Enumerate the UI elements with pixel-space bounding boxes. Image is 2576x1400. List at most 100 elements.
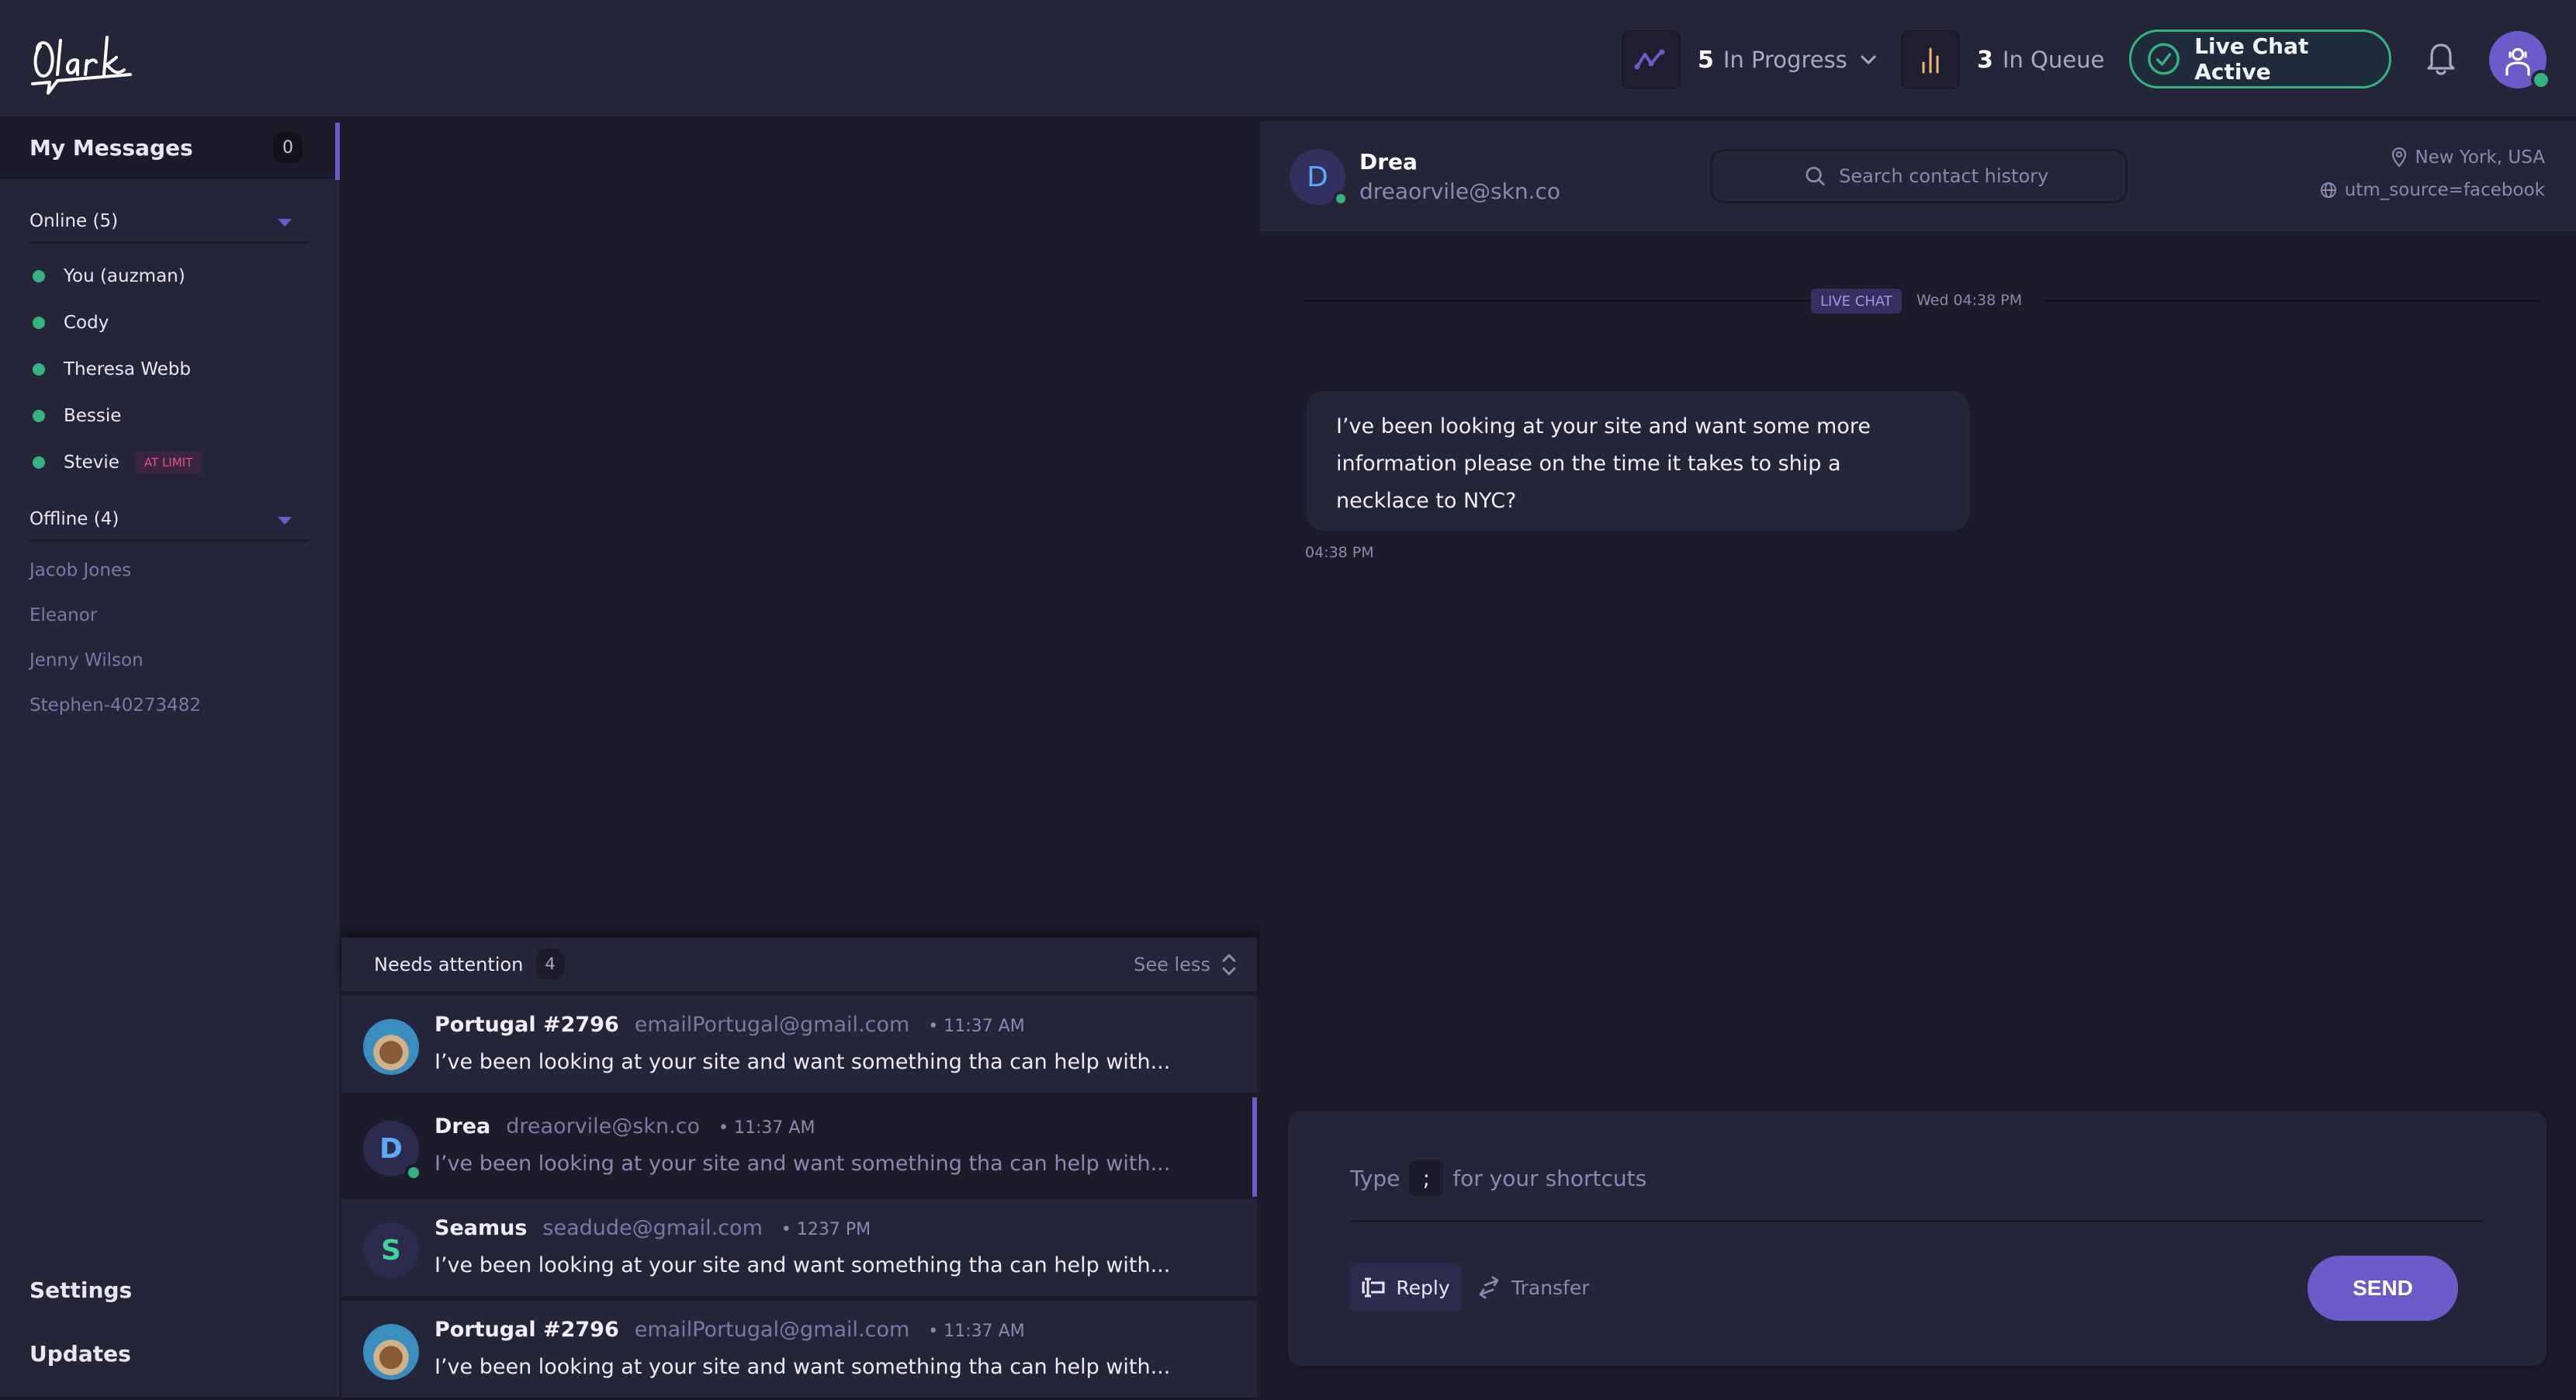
needs-attention-header: Needs attention 4 See less — [341, 937, 1257, 993]
contact-email[interactable]: dreaorvile@skn.co — [1359, 178, 1560, 204]
location-text: New York, USA — [2415, 147, 2545, 168]
placeholder-prefix: Type — [1350, 1165, 1401, 1191]
message-time: • 1237 PM — [781, 1220, 871, 1239]
search-contact-history-input[interactable] — [1839, 165, 2125, 187]
caret-down-icon[interactable] — [278, 219, 292, 227]
chevron-down-icon[interactable] — [1860, 54, 1877, 65]
message-time: • 11:37 AM — [928, 1017, 1025, 1036]
updates-link[interactable]: Updates — [29, 1341, 131, 1367]
contact-photo-avatar — [363, 1019, 419, 1075]
agent-headset-icon — [2505, 47, 2530, 76]
contact-history-search[interactable] — [1710, 149, 2128, 203]
contact-photo-avatar — [363, 1324, 419, 1380]
conversation-item[interactable]: Portugal #2796 emailPortugal@gmail.com • 1… — [341, 1301, 1257, 1400]
chat-timestamp: Wed 04:38 PM — [1916, 292, 2023, 309]
bell-icon[interactable] — [2425, 40, 2457, 78]
reply-label: Reply — [1396, 1276, 1450, 1299]
placeholder-suffix: for your shortcuts — [1452, 1165, 1647, 1191]
contact-email: emailPortugal@gmail.com — [634, 1013, 910, 1037]
settings-link[interactable]: Settings — [29, 1277, 132, 1303]
offline-agent-item[interactable]: Jacob Jones — [29, 560, 131, 580]
conversation-list-panel: Needs attention 4 See less Portugal #279… — [341, 121, 1257, 1400]
contact-name: Drea — [1359, 149, 1418, 175]
expand-collapse-icon — [1222, 953, 1236, 976]
active-indicator — [335, 123, 340, 180]
search-icon — [1806, 166, 1825, 186]
message-composer: Type ; for your shortcuts Reply Transfer… — [1288, 1111, 2547, 1366]
message-preview: I’ve been looking at your site and want … — [435, 1152, 1171, 1176]
agent-item[interactable]: Cody — [29, 307, 109, 338]
agent-item[interactable]: You (auzman) — [29, 261, 185, 292]
user-avatar[interactable] — [2489, 31, 2551, 90]
agent-item[interactable]: Bessie — [29, 400, 121, 431]
reply-mode-button[interactable]: Reply — [1350, 1263, 1462, 1312]
contact-name: Seamus — [435, 1216, 528, 1240]
reply-mode-icon — [1362, 1277, 1385, 1298]
contact-utm: utm_source=facebook — [2320, 180, 2545, 200]
message-input[interactable]: Type ; for your shortcuts — [1350, 1155, 2483, 1201]
see-less-toggle[interactable]: See less — [1134, 951, 1237, 978]
needs-attention-count: 4 — [535, 948, 565, 979]
message-preview: I’ve been looking at your site and want … — [435, 1253, 1171, 1277]
message-time: • 11:37 AM — [928, 1322, 1025, 1341]
offline-group-header[interactable]: Offline (4) — [29, 503, 309, 542]
message-preview: I’ve been looking at your site and want … — [435, 1355, 1171, 1379]
in-progress-count: 5 — [1698, 46, 1714, 74]
location-pin-icon — [2392, 147, 2407, 168]
contact-name: Drea — [435, 1114, 491, 1138]
contact-email: emailPortugal@gmail.com — [634, 1318, 910, 1342]
trend-icon — [1622, 30, 1681, 89]
online-dot — [33, 317, 45, 329]
message-preview: I’ve been looking at your site and want … — [435, 1050, 1171, 1074]
contact-location: New York, USA — [2391, 147, 2545, 168]
online-dot — [405, 1164, 422, 1181]
contact-name: Portugal #2796 — [435, 1318, 619, 1342]
olark-logo[interactable] — [29, 31, 138, 97]
in-queue-count: 3 — [1977, 46, 1993, 74]
bar-chart-icon — [1901, 30, 1960, 89]
offline-agent-item[interactable]: Jenny Wilson — [29, 650, 144, 671]
channel-tag: LIVE CHAT — [1811, 289, 1902, 314]
agent-item[interactable]: Stevie AT LIMIT — [29, 447, 203, 478]
agent-name: Bessie — [64, 406, 122, 426]
transfer-arrows-icon — [1479, 1276, 1499, 1299]
agent-item[interactable]: Theresa Webb — [29, 354, 191, 385]
message-time: • 11:37 AM — [718, 1118, 815, 1138]
message-time: 04:38 PM — [1305, 544, 1374, 561]
divider — [2044, 300, 2540, 302]
chat-panel: D Drea dreaorvile@skn.co New York, USA u… — [1260, 121, 2576, 1397]
live-chat-status-label: Live Chat Active — [2194, 33, 2309, 85]
in-queue-stat[interactable]: 3 In Queue — [1901, 30, 2104, 89]
my-messages-label: My Messages — [29, 135, 193, 161]
visitor-message-bubble: I’ve been looking at your site and want … — [1307, 391, 1969, 531]
caret-down-icon[interactable] — [278, 517, 292, 525]
contact-email: dreaorvile@skn.co — [506, 1114, 701, 1138]
agent-name: Cody — [64, 313, 109, 333]
divider — [1304, 300, 1819, 302]
send-button[interactable]: SEND — [2308, 1256, 2458, 1321]
agent-name: Stevie — [64, 452, 119, 473]
offline-agent-item[interactable]: Eleanor — [29, 605, 97, 625]
offline-agent-item[interactable]: Stephen-40273482 — [29, 695, 201, 716]
globe-icon — [2320, 182, 2336, 198]
online-dot — [33, 456, 45, 469]
sidebar-item-my-messages[interactable]: My Messages 0 — [0, 121, 340, 180]
my-messages-count: 0 — [273, 132, 303, 163]
in-progress-label: In Progress — [1723, 47, 1847, 73]
conversation-item-active[interactable]: D Drea dreaorvile@skn.co • 11:37 AM I’ve b… — [341, 1097, 1257, 1197]
conversation-item[interactable]: S Seamus seadude@gmail.com • 1237 PM I’ve … — [341, 1199, 1257, 1298]
in-progress-stat[interactable]: 5 In Progress — [1622, 30, 1877, 89]
shortcut-key: ; — [1409, 1160, 1444, 1196]
top-bar: 5 In Progress 3 In Queue Live Chat Activ… — [0, 0, 2576, 119]
online-dot — [33, 363, 45, 376]
online-dot — [33, 270, 45, 282]
online-group-header[interactable]: Online (5) — [29, 205, 309, 244]
online-dot — [33, 410, 45, 422]
conversation-item[interactable]: Portugal #2796 emailPortugal@gmail.com • 1… — [341, 996, 1257, 1095]
live-chat-status-button[interactable]: Live Chat Active — [2129, 29, 2391, 88]
sidebar: My Messages 0 Online (5) You (auzman) Co… — [0, 121, 340, 1397]
check-circle-icon — [2148, 43, 2180, 75]
online-group-label: Online (5) — [29, 211, 119, 231]
online-dot — [1333, 191, 1349, 206]
transfer-button[interactable]: Transfer — [1477, 1263, 1590, 1312]
